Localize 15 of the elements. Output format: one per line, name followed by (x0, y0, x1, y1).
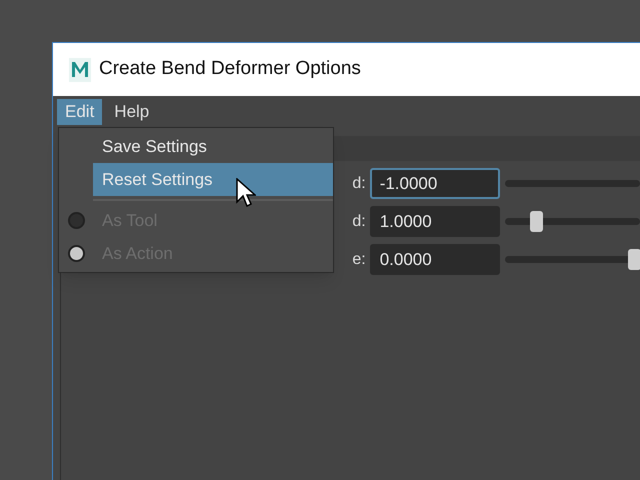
mouse-cursor-icon (236, 178, 256, 208)
number-field[interactable]: -1.0000 (370, 168, 500, 199)
number-field[interactable]: 0.0000 (370, 244, 500, 275)
slider-thumb[interactable] (530, 211, 544, 232)
slider-thumb[interactable] (628, 249, 640, 270)
menu-item[interactable]: Save Settings (93, 130, 333, 163)
app-logo-icon (69, 58, 91, 82)
field-label: e: (351, 250, 367, 270)
number-field[interactable]: 1.0000 (370, 206, 500, 237)
slider-track[interactable] (505, 211, 640, 232)
field-label: d: (351, 174, 367, 194)
slider-track[interactable] (505, 249, 640, 270)
window-title: Create Bend Deformer Options (99, 57, 361, 82)
menu-tab[interactable]: Help (106, 99, 158, 125)
field-label: d: (351, 212, 367, 232)
